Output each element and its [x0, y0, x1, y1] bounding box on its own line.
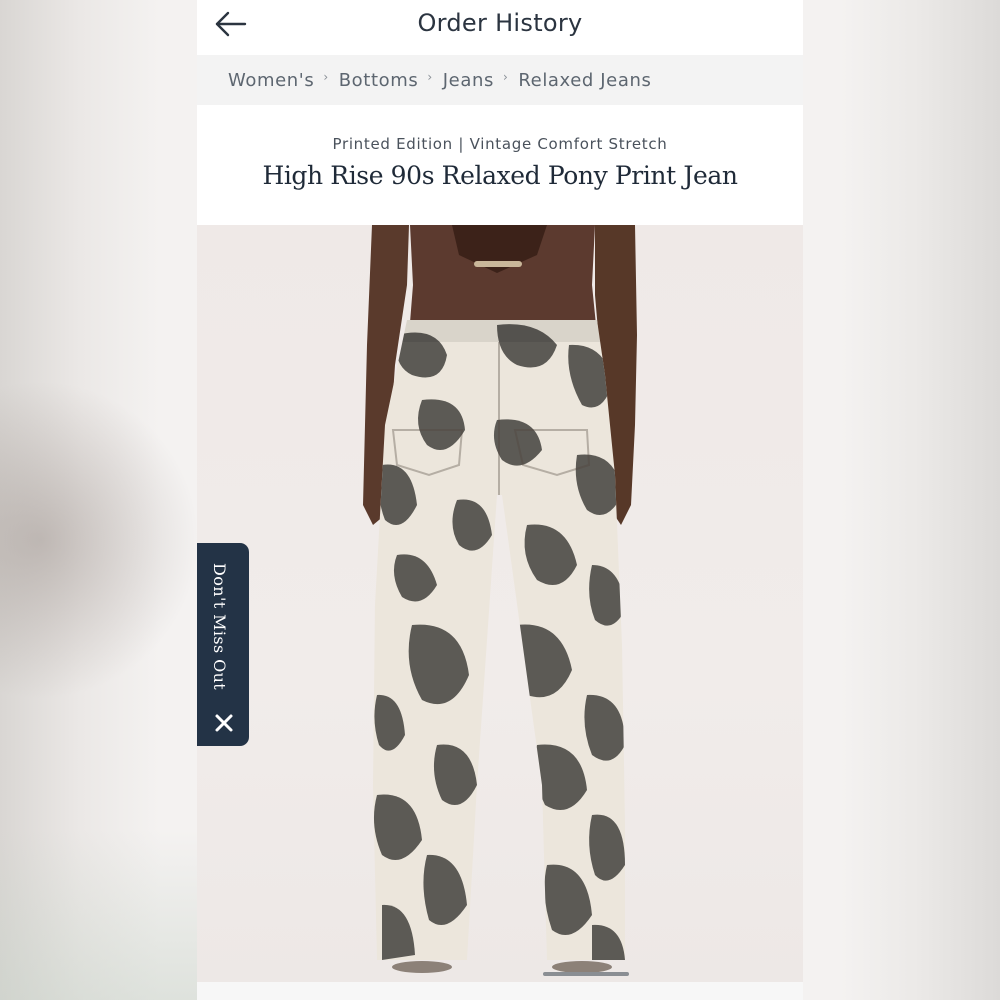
breadcrumb-item-womens[interactable]: Women's	[228, 70, 314, 91]
home-indicator[interactable]	[543, 972, 629, 976]
breadcrumb-item-jeans[interactable]: Jeans	[443, 70, 494, 91]
top-navigation-bar: Order History	[197, 0, 803, 54]
dont-miss-out-tab[interactable]: Don't Miss Out	[197, 543, 249, 746]
product-image[interactable]	[197, 225, 803, 982]
breadcrumb-item-relaxed-jeans[interactable]: Relaxed Jeans	[518, 70, 651, 91]
product-title: High Rise 90s Relaxed Pony Print Jean	[262, 161, 738, 190]
breadcrumb-item-bottoms[interactable]: Bottoms	[339, 70, 419, 91]
app-screen: Order History Women's › Bottoms › Jeans …	[197, 0, 803, 1000]
close-icon[interactable]	[214, 713, 234, 733]
product-header: Printed Edition | Vintage Comfort Stretc…	[197, 105, 803, 225]
chevron-right-icon: ›	[502, 70, 509, 84]
footer-strip	[197, 982, 803, 1000]
background-tint	[0, 830, 200, 1000]
background-blur	[0, 380, 200, 700]
promo-label: Don't Miss Out	[210, 563, 229, 691]
breadcrumb: Women's › Bottoms › Jeans › Relaxed Jean…	[197, 55, 803, 105]
model-illustration	[363, 225, 637, 973]
product-subtitle: Printed Edition | Vintage Comfort Stretc…	[332, 135, 668, 153]
chevron-right-icon: ›	[427, 70, 433, 84]
chevron-right-icon: ›	[323, 70, 329, 84]
page-title: Order History	[417, 9, 583, 37]
